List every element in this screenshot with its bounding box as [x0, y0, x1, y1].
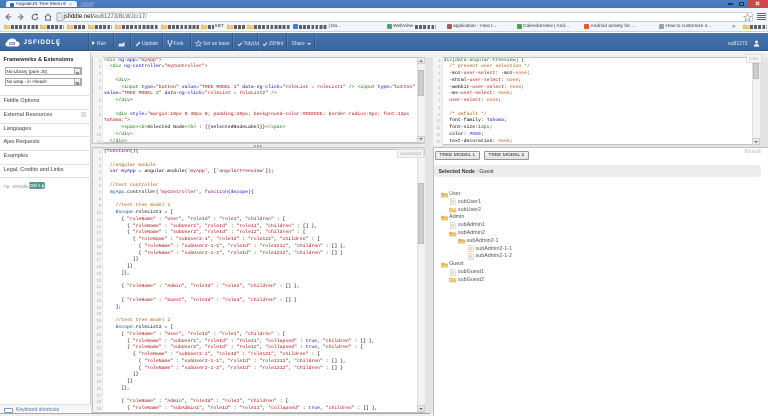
svg-text:co: co: [9, 41, 16, 47]
